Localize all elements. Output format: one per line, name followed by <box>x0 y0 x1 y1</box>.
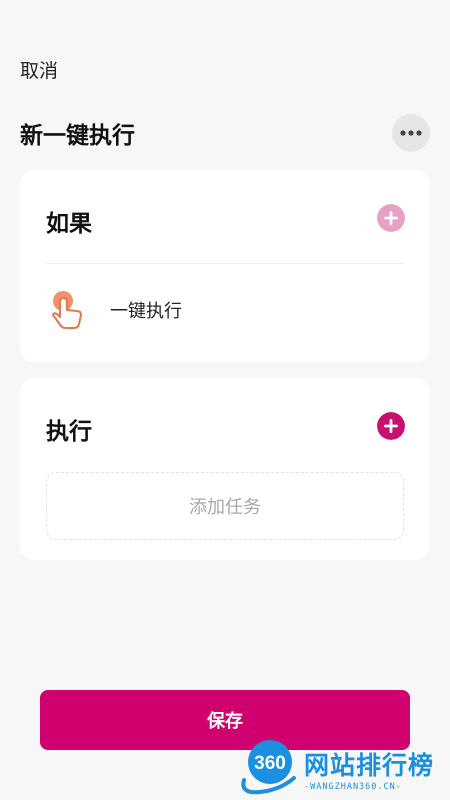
more-options-button[interactable] <box>392 114 430 152</box>
more-horizontal-icon <box>400 130 422 136</box>
divider <box>46 263 404 264</box>
cancel-button[interactable]: 取消 <box>20 56 58 83</box>
page-title: 新一键执行 <box>20 123 135 149</box>
tap-hand-icon <box>52 291 82 329</box>
do-heading: 执行 <box>46 419 92 445</box>
add-action-button[interactable] <box>377 412 405 440</box>
if-condition-card: 如果 一键执行 <box>20 170 430 362</box>
trigger-item-one-tap[interactable]: 一键执行 <box>50 290 182 330</box>
do-action-card: 执行 添加任务 <box>20 378 430 560</box>
watermark-logo-icon: 360 <box>241 740 296 795</box>
add-condition-button[interactable] <box>377 204 405 232</box>
svg-text:360: 360 <box>254 753 286 774</box>
add-task-label: 添加任务 <box>189 497 261 518</box>
watermark-subtitle: -WANGZHAN360.CN- <box>304 782 402 792</box>
watermark-title: 网站排行榜 <box>304 751 435 780</box>
trigger-label: 一键执行 <box>110 301 182 322</box>
if-heading: 如果 <box>46 211 92 237</box>
add-task-placeholder[interactable]: 添加任务 <box>46 472 404 540</box>
watermark: 360 网站排行榜 -WANGZHAN360.CN- <box>238 738 448 798</box>
